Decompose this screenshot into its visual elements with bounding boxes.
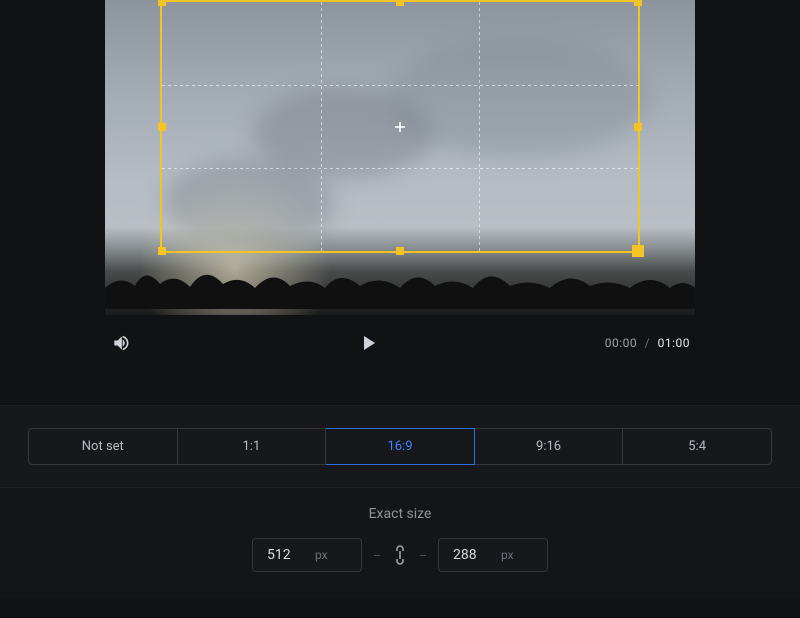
crop-rectangle[interactable] (160, 0, 640, 253)
aspect-ratio-option[interactable]: 9:16 (475, 428, 624, 465)
width-input[interactable] (267, 547, 315, 563)
exact-size-label: Exact size (369, 506, 432, 522)
crop-handle-bottom-right[interactable] (632, 245, 644, 257)
crop-handle-top-left[interactable] (158, 0, 166, 6)
video-foreground (105, 254, 695, 309)
exact-size-section: Exact size px px (0, 488, 800, 598)
crop-handle-bottom[interactable] (396, 247, 404, 255)
playback-bar: 00:00 / 01:00 (0, 315, 800, 370)
lock-aspect-icon[interactable] (392, 544, 408, 566)
crop-handle-right[interactable] (634, 123, 642, 131)
height-field[interactable]: px (438, 538, 548, 572)
crop-handle-bottom-left[interactable] (158, 247, 166, 255)
aspect-ratio-option[interactable]: 16:9 (326, 428, 475, 465)
aspect-ratio-section: Not set1:116:99:165:4 (0, 405, 800, 488)
total-time: 01:00 (658, 336, 690, 350)
crop-center-marker (395, 122, 405, 132)
crop-handle-top-right[interactable] (634, 0, 642, 6)
aspect-ratio-option[interactable]: 5:4 (623, 428, 772, 465)
video-frame[interactable] (105, 0, 695, 315)
exact-size-row: px px (252, 538, 548, 572)
height-unit: px (501, 548, 514, 562)
aspect-ratio-option[interactable]: Not set (28, 428, 178, 465)
height-input[interactable] (453, 547, 501, 563)
crop-handle-left[interactable] (158, 123, 166, 131)
time-separator: / (645, 336, 650, 350)
video-preview-area (0, 0, 800, 315)
time-display: 00:00 / 01:00 (605, 336, 690, 350)
volume-icon[interactable] (110, 332, 132, 354)
current-time: 00:00 (605, 336, 637, 350)
aspect-ratio-group: Not set1:116:99:165:4 (28, 428, 772, 465)
play-icon (356, 331, 380, 355)
width-field[interactable]: px (252, 538, 362, 572)
aspect-ratio-option[interactable]: 1:1 (178, 428, 327, 465)
width-unit: px (315, 548, 328, 562)
play-button[interactable] (356, 331, 380, 355)
crop-handle-top[interactable] (396, 0, 404, 6)
